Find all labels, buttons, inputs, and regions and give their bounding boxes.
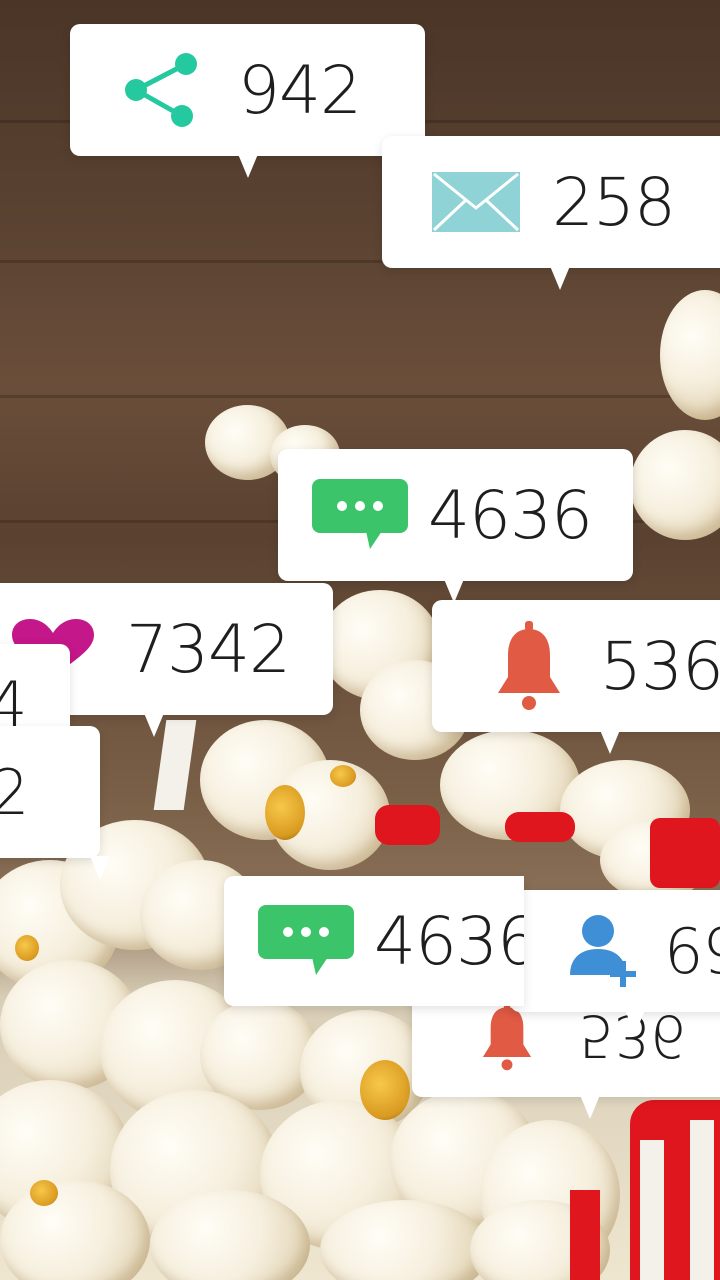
bell-icon xyxy=(496,621,562,711)
bell-count: 536 xyxy=(600,627,720,705)
bell-notification: 536 xyxy=(432,600,720,754)
comment-icon xyxy=(312,479,408,551)
partial-count-b: 2 xyxy=(0,755,29,829)
comment-count-lower: 4636 xyxy=(374,902,524,980)
like-count: 7342 xyxy=(126,610,291,688)
share-count: 942 xyxy=(238,51,362,129)
comment-count: 4636 xyxy=(428,476,593,554)
share-icon xyxy=(122,50,202,130)
message-notification: 258 xyxy=(382,136,720,290)
partial-notification-b: 2 xyxy=(0,726,110,880)
mail-icon xyxy=(432,172,520,232)
follow-notification: 69 xyxy=(510,890,720,1034)
share-notification: 942 xyxy=(70,24,425,178)
comment-notification-lower: 4636 xyxy=(224,876,524,1006)
comment-notification: 4636 xyxy=(278,449,633,603)
message-count: 258 xyxy=(552,163,676,241)
follow-icon xyxy=(566,911,642,991)
follow-count: 69 xyxy=(664,914,720,988)
comment-icon xyxy=(258,905,354,977)
